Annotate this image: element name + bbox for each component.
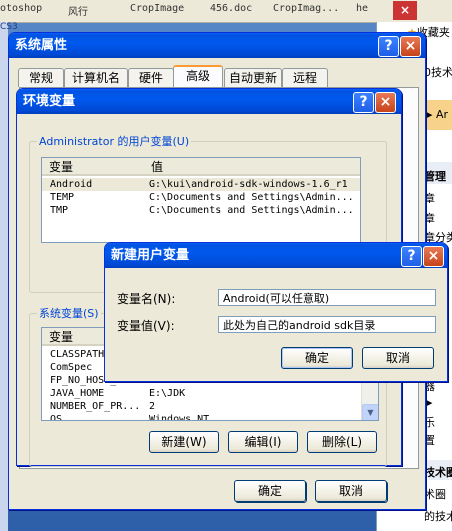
taskbar-item[interactable]: CropImage xyxy=(130,3,184,14)
var-name: NUMBER_OF_PR... xyxy=(50,401,141,412)
env-titlebar[interactable]: 环境变量 xyxy=(17,89,401,114)
var-value: C:\Documents and Settings\Admin... xyxy=(149,192,354,203)
taskbar-item[interactable]: CropImag... xyxy=(273,3,339,14)
panel-link[interactable]: ▶ Ar xyxy=(424,108,448,121)
var-value: E:\JDK xyxy=(149,388,186,399)
tab-hardware[interactable]: 硬件 xyxy=(128,68,174,87)
var-value: 2 xyxy=(149,401,156,412)
delete-variable-button[interactable]: 删除(L) xyxy=(307,431,377,453)
tab-remote[interactable]: 远程 xyxy=(282,68,328,87)
help-button[interactable]: ? xyxy=(378,36,399,57)
var-name: JAVA_HOME xyxy=(50,388,105,399)
list-item[interactable]: JAVA_HOME E:\JDK xyxy=(42,387,360,400)
list-item[interactable]: TMP C:\Documents and Settings\Admin... xyxy=(42,204,360,217)
variable-name-field[interactable]: Android(可以任意取) xyxy=(218,289,436,306)
scroll-down-icon[interactable]: ▼ xyxy=(362,404,378,420)
taskbar-strip: otoshop 风行 CropImage 456.doc CropImag...… xyxy=(0,0,376,23)
variable-value-label: 变量值(V): xyxy=(117,319,175,333)
system-variables-label: 系统变量(S) xyxy=(37,305,101,321)
tab-auto-update[interactable]: 自动更新 xyxy=(224,68,282,87)
ok-button[interactable]: 确定 xyxy=(281,347,353,369)
taskbar-item[interactable]: he xyxy=(356,3,368,14)
close-button[interactable]: × xyxy=(400,36,421,57)
variable-value-field[interactable]: 此处为自己的android sdk目录 xyxy=(218,316,436,333)
edit-variable-button[interactable]: 编辑(I) xyxy=(228,431,298,453)
list-item[interactable]: OS Windows_NT xyxy=(42,413,360,421)
new-variable-button[interactable]: 新建(W) xyxy=(149,431,219,453)
help-button[interactable]: ? xyxy=(401,246,422,267)
taskbar-item[interactable]: 456.doc xyxy=(210,3,252,14)
system-properties-titlebar[interactable]: 系统属性 xyxy=(9,33,425,58)
env-cancel-button[interactable]: 取消 xyxy=(315,480,387,502)
taskbar-item[interactable]: 风行 xyxy=(68,3,88,18)
var-name: CLASSPATH xyxy=(50,349,105,360)
var-name: TEMP xyxy=(50,192,75,203)
tab-advanced[interactable]: 高级 xyxy=(173,65,223,89)
var-name: ComSpec xyxy=(50,362,93,373)
column-header[interactable]: 变量 xyxy=(42,158,144,176)
dialog-titlebar[interactable]: 新建用户变量 xyxy=(105,243,447,268)
variable-name-label: 变量名(N): xyxy=(117,292,176,306)
panel-link[interactable]: 0技术 xyxy=(424,64,452,80)
close-button[interactable]: × xyxy=(423,246,444,267)
var-name: Android xyxy=(50,179,93,190)
tab-general[interactable]: 常规 xyxy=(18,68,64,87)
dialog-title: 新建用户变量 xyxy=(111,248,190,263)
user-variables-label: Administrator 的用户变量(U) xyxy=(37,133,192,149)
window-title: 环境变量 xyxy=(23,94,76,109)
var-name: TMP xyxy=(50,205,69,216)
list-item[interactable]: Android G:\kui\android-sdk-windows-1.6_r… xyxy=(42,178,360,191)
column-header[interactable]: 值 xyxy=(144,158,360,176)
var-name: OS xyxy=(50,414,63,421)
strip-label: CS3 xyxy=(0,22,18,32)
new-user-variable-dialog: 新建用户变量 ? × 变量名(N): Android(可以任意取) 变量值(V)… xyxy=(104,242,448,382)
taskbar-item[interactable]: otoshop xyxy=(0,3,42,14)
close-button[interactable]: × xyxy=(375,92,396,113)
window-title: 系统属性 xyxy=(15,38,68,53)
browser-close-button[interactable]: × xyxy=(393,1,417,20)
list-item[interactable]: NUMBER_OF_PR... 2 xyxy=(42,400,360,413)
user-variables-list[interactable]: 变量 值 Android G:\kui\android-sdk-windows-… xyxy=(41,157,361,243)
left-app-strip: CS3 xyxy=(0,22,18,531)
env-ok-button[interactable]: 确定 xyxy=(234,480,306,502)
tab-computer-name[interactable]: 计算机名 xyxy=(64,68,128,87)
cancel-button[interactable]: 取消 xyxy=(362,347,434,369)
list-item[interactable]: TEMP C:\Documents and Settings\Admin... xyxy=(42,191,360,204)
help-button[interactable]: ? xyxy=(353,92,374,113)
panel-heading: 管理 xyxy=(424,170,446,183)
var-value: Windows_NT xyxy=(149,414,210,421)
var-value: C:\Documents and Settings\Admin... xyxy=(149,205,354,216)
var-value: G:\kui\android-sdk-windows-1.6_r1 xyxy=(149,179,348,190)
